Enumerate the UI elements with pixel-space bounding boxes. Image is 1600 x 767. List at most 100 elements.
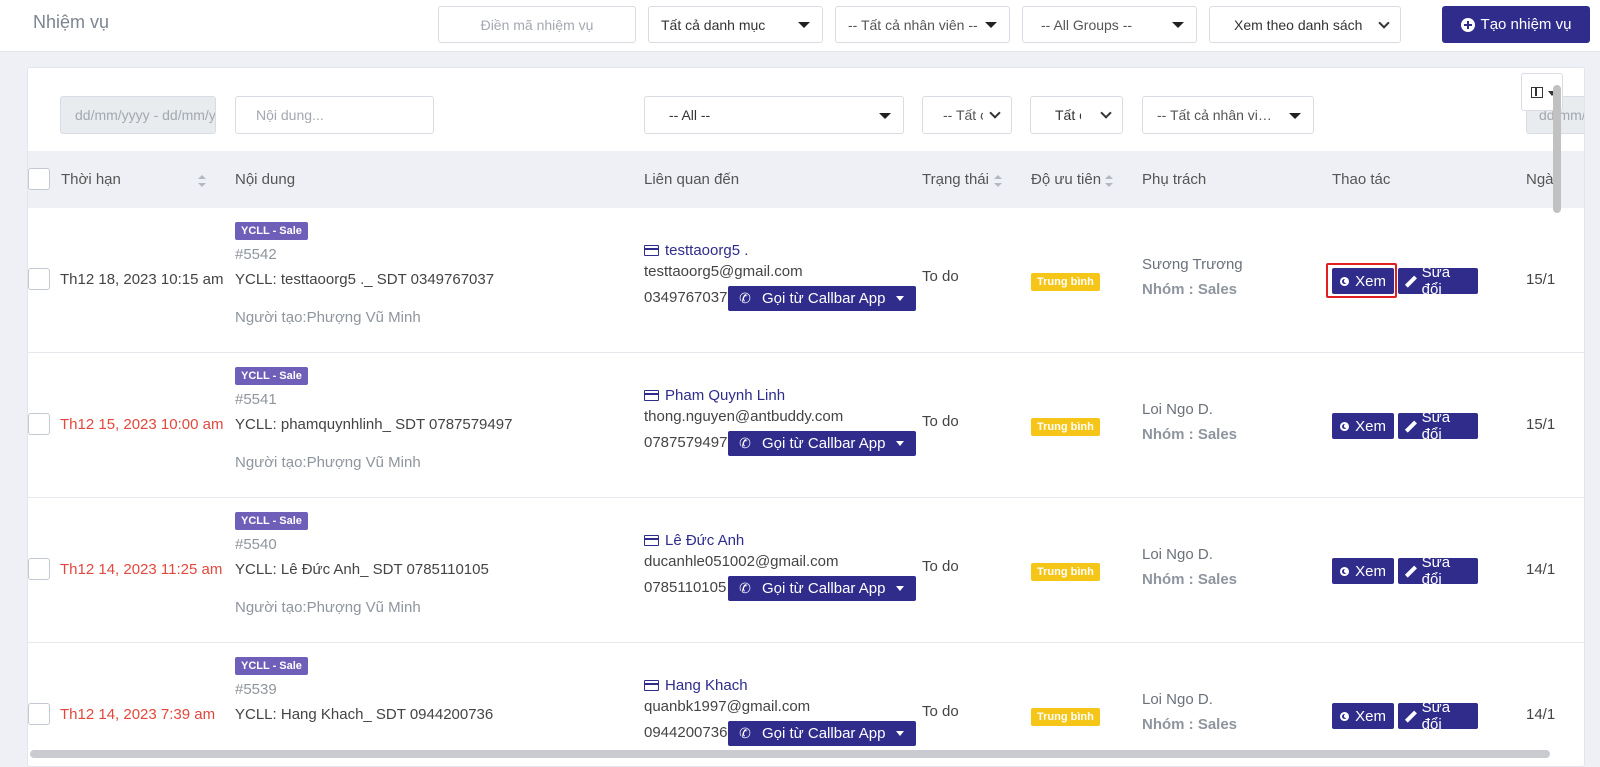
create-task-button[interactable]: Tạo nhiệm vụ — [1442, 6, 1590, 43]
owner-name: Loi Ngo D. — [1142, 401, 1213, 418]
col-content: Nội dung — [235, 171, 296, 188]
select-all-checkbox[interactable] — [28, 168, 50, 190]
task-id[interactable]: #5539 — [235, 681, 277, 698]
owner-filter-value: -- Tất cả nhân viên -- — [1157, 107, 1279, 123]
phone-icon: ✆ — [739, 725, 751, 741]
contact-name: Lê Đức Anh — [665, 532, 745, 549]
view-mode-value: Xem theo danh sách — [1234, 16, 1363, 33]
edit-label: Sửa đổi — [1421, 264, 1451, 298]
col-due[interactable]: Thời hạn — [61, 171, 121, 188]
contact-link[interactable]: Hang Khach — [644, 677, 748, 694]
call-callbar-button[interactable]: ✆ Gọi từ Callbar App — [728, 286, 916, 311]
edit-button[interactable]: Sửa đổi — [1398, 699, 1478, 733]
date-range-filter[interactable]: dd/mm/yyyy - dd/mm/yyyy — [60, 96, 216, 134]
sort-icon[interactable] — [994, 175, 1002, 187]
task-status: To do — [922, 703, 959, 720]
edit-label: Sửa đổi — [1421, 554, 1451, 588]
edit-button[interactable]: Sửa đổi — [1398, 554, 1478, 588]
due-date: Th12 18, 2023 10:15 am — [60, 271, 224, 288]
content-filter-input[interactable]: Nội dung... — [235, 96, 434, 134]
task-content[interactable]: YCLL: testtaoorg5 ._ SDT 0349767037 — [235, 271, 494, 288]
content-filter-placeholder: Nội dung... — [256, 107, 324, 123]
view-button[interactable]: Xem — [1332, 413, 1394, 439]
owner-group: Nhóm : Sales — [1142, 281, 1238, 298]
caret-down-icon — [985, 22, 997, 28]
task-content[interactable]: YCLL: Lê Đức Anh_ SDT 0785110105 — [235, 561, 489, 578]
view-button[interactable]: Xem — [1332, 703, 1394, 729]
due-date: Th12 14, 2023 11:25 am — [60, 561, 223, 578]
contact-link[interactable]: Lê Đức Anh — [644, 532, 744, 549]
task-creator: Người tạo:Phượng Vũ Minh — [235, 309, 421, 326]
pencil-icon — [1404, 565, 1417, 577]
view-button[interactable]: Xem — [1332, 558, 1394, 584]
created-date: 15/1 — [1526, 416, 1556, 433]
table-header: Thời hạn Nội dung Liên quan đến Trạng th… — [28, 151, 1584, 208]
task-id[interactable]: #5540 — [235, 536, 277, 553]
contact-card-icon — [644, 390, 659, 401]
category-select[interactable]: Tất cả danh mục — [648, 6, 823, 43]
task-id[interactable]: #5542 — [235, 246, 277, 263]
caret-down-icon — [1172, 22, 1184, 28]
task-id[interactable]: #5541 — [235, 391, 277, 408]
view-mode-select[interactable]: Xem theo danh sách — [1209, 6, 1401, 43]
groups-select[interactable]: -- All Groups -- — [1022, 6, 1197, 43]
row-checkbox[interactable] — [28, 703, 50, 725]
phone-icon: ✆ — [739, 580, 751, 596]
sort-icon[interactable] — [1105, 175, 1113, 187]
highlight-box — [1326, 263, 1397, 298]
page-title: Nhiệm vụ — [33, 12, 110, 32]
contact-phone: 0787579497 — [644, 434, 728, 451]
priority-badge: Trung bình — [1031, 708, 1100, 726]
row-checkbox[interactable] — [28, 413, 50, 435]
col-owner: Phụ trách — [1142, 171, 1207, 188]
create-task-label: Tạo nhiệm vụ — [1480, 16, 1572, 33]
contact-card-icon — [644, 680, 659, 691]
caret-down-icon[interactable] — [896, 296, 904, 301]
view-label: Xem — [1355, 417, 1386, 435]
col-priority[interactable]: Độ ưu tiên — [1031, 171, 1101, 188]
task-code-input[interactable]: Điền mã nhiệm vụ — [438, 6, 636, 43]
status-filter-value: -- Tất cả -- — [943, 107, 983, 123]
table-row: Th12 15, 2023 10:00 am YCLL - Sale #5541… — [28, 353, 1584, 498]
sort-icon[interactable] — [198, 175, 206, 187]
view-label: Xem — [1355, 562, 1386, 580]
caret-down-icon[interactable] — [896, 586, 904, 591]
table-row: Th12 14, 2023 7:39 am YCLL - Sale #5539 … — [28, 643, 1584, 766]
contact-link[interactable]: Pham Quynh Linh — [644, 387, 785, 404]
call-callbar-button[interactable]: ✆ Gọi từ Callbar App — [728, 431, 916, 456]
owner-name: Loi Ngo D. — [1142, 546, 1213, 563]
task-content[interactable]: YCLL: phamquynhlinh_ SDT 0787579497 — [235, 416, 512, 433]
chevron-down-icon — [1378, 17, 1390, 29]
horizontal-scrollbar[interactable] — [30, 750, 1550, 758]
caret-down-icon — [798, 22, 810, 28]
due-date: Th12 14, 2023 7:39 am — [60, 706, 216, 723]
staff-select[interactable]: -- Tất cả nhân viên -- — [835, 6, 1010, 43]
owner-group: Nhóm : Sales — [1142, 426, 1238, 443]
row-checkbox[interactable] — [28, 558, 50, 580]
contact-link[interactable]: testtaoorg5 . — [644, 242, 748, 259]
owner-filter-select[interactable]: -- Tất cả nhân viên -- — [1142, 96, 1314, 134]
contact-email: thong.nguyen@antbuddy.com — [644, 408, 844, 425]
priority-filter-select[interactable]: Tất cả — [1030, 96, 1123, 134]
edit-button[interactable]: Sửa đổi — [1398, 264, 1478, 298]
edit-button[interactable]: Sửa đổi — [1398, 409, 1478, 443]
priority-badge: Trung bình — [1031, 273, 1100, 291]
call-callbar-button[interactable]: ✆ Gọi từ Callbar App — [728, 576, 916, 601]
owner-group: Nhóm : Sales — [1142, 716, 1238, 733]
vertical-scrollbar[interactable] — [1553, 85, 1561, 213]
task-status: To do — [922, 558, 959, 575]
call-callbar-button[interactable]: ✆ Gọi từ Callbar App — [728, 721, 916, 746]
plus-circle-icon — [1460, 17, 1475, 32]
edit-label: Sửa đổi — [1421, 409, 1451, 443]
row-checkbox[interactable] — [28, 268, 50, 290]
col-status[interactable]: Trạng thái — [922, 171, 989, 188]
caret-down-icon[interactable] — [896, 441, 904, 446]
created-date: 15/1 — [1526, 271, 1556, 288]
contact-name: Pham Quynh Linh — [665, 387, 786, 404]
category-tag: YCLL - Sale — [235, 367, 308, 385]
status-filter-select[interactable]: -- Tất cả -- — [922, 96, 1012, 134]
task-content[interactable]: YCLL: Hang Khach_ SDT 0944200736 — [235, 706, 493, 723]
related-filter-select[interactable]: -- All -- — [644, 96, 904, 134]
call-label: Gọi từ Callbar App — [762, 725, 886, 742]
caret-down-icon[interactable] — [896, 731, 904, 736]
